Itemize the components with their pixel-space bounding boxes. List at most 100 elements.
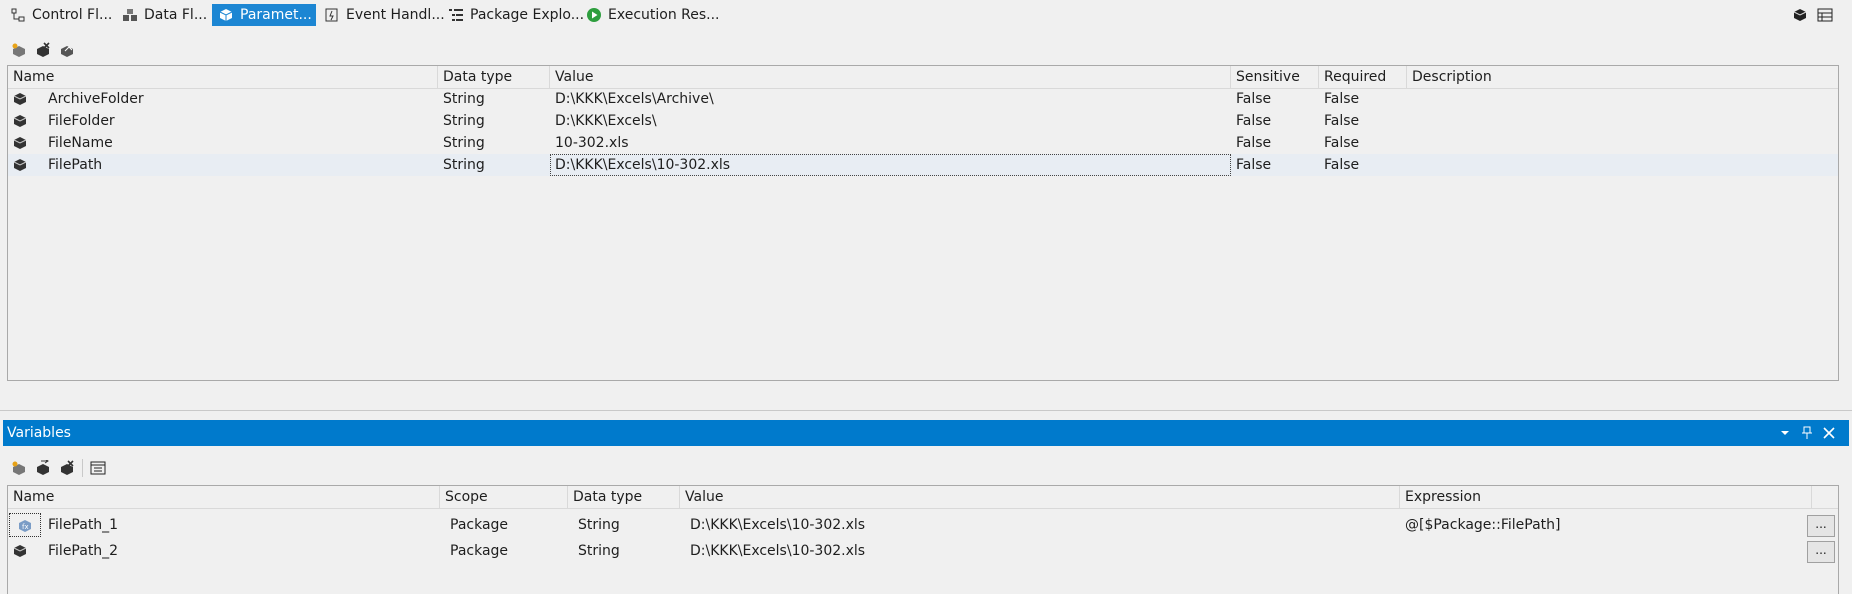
pin-icon[interactable]	[1798, 424, 1816, 442]
delete-variable-icon[interactable]	[58, 459, 76, 477]
control-flow-icon	[10, 7, 26, 23]
parameter-sensitive[interactable]: False	[1231, 154, 1319, 176]
parameter-description[interactable]	[1407, 132, 1838, 154]
column-header-data-type[interactable]: Data type	[568, 486, 680, 508]
expression-builder-button[interactable]: ...	[1807, 541, 1835, 563]
parameter-required[interactable]: False	[1319, 110, 1407, 132]
parameter-required[interactable]: False	[1319, 88, 1407, 110]
variables-toolbar	[10, 456, 107, 480]
column-header-sensitive[interactable]: Sensitive	[1231, 66, 1319, 88]
parameter-data-type[interactable]: String	[438, 110, 550, 132]
column-header-required[interactable]: Required	[1319, 66, 1407, 88]
tab-execution-results[interactable]: Execution Res...	[580, 4, 726, 26]
designer-tab-strip: Control Fl... Data Fl... Paramet... Even…	[0, 0, 1852, 30]
variables-window-icon[interactable]	[1816, 6, 1834, 24]
parameter-value[interactable]: D:\KKK\Excels\Archive\	[550, 88, 1231, 110]
grid-options-icon[interactable]	[89, 459, 107, 477]
parameter-data-type[interactable]: String	[438, 88, 550, 110]
parameter-name[interactable]: ArchiveFolder	[43, 88, 438, 110]
variables-grid: Name Scope Data type Value Expression fx…	[7, 485, 1839, 594]
column-header-data-type[interactable]: Data type	[438, 66, 550, 88]
expression-builder-button[interactable]: ...	[1807, 515, 1835, 537]
parameters-icon	[218, 7, 234, 23]
column-header-name[interactable]: Name	[8, 486, 440, 508]
parameter-name[interactable]: FileFolder	[43, 110, 438, 132]
variable-expression[interactable]: @[$Package::FilePath]	[1400, 512, 1812, 538]
variable-scope[interactable]: Package	[445, 538, 568, 564]
table-row[interactable]: FileName String 10-302.xls False False	[8, 132, 1838, 154]
variables-title: Variables	[7, 425, 71, 441]
splitter[interactable]	[0, 410, 1852, 411]
toolbar-separator	[82, 459, 83, 477]
variable-scope[interactable]: Package	[445, 512, 568, 538]
execution-results-icon	[586, 7, 602, 23]
table-row-selected[interactable]: FilePath String D:\KKK\Excels\10-302.xls…	[8, 154, 1838, 176]
variable-data-type[interactable]: String	[573, 512, 680, 538]
tab-label: Execution Res...	[608, 7, 720, 23]
column-header-description[interactable]: Description	[1407, 66, 1838, 88]
tab-label: Data Fl...	[144, 7, 208, 23]
table-row[interactable]: fx FilePath_1 Package String D:\KKK\Exce…	[8, 512, 1838, 538]
parameter-value[interactable]: D:\KKK\Excels\	[550, 110, 1231, 132]
package-icon[interactable]	[1791, 6, 1809, 24]
event-handlers-icon	[324, 7, 340, 23]
variable-data-type[interactable]: String	[573, 538, 680, 564]
variable-value[interactable]: D:\KKK\Excels\10-302.xls	[685, 538, 1400, 564]
tab-label: Control Fl...	[32, 7, 113, 23]
parameters-grid-header: Name Data type Value Sensitive Required …	[8, 66, 1838, 89]
parameter-name[interactable]: FilePath	[43, 154, 438, 176]
variable-value[interactable]: D:\KKK\Excels\10-302.xls	[685, 512, 1400, 538]
parameter-icon	[12, 157, 28, 173]
parameters-grid: Name Data type Value Sensitive Required …	[7, 65, 1839, 381]
variable-expression[interactable]	[1400, 538, 1812, 564]
table-row[interactable]: FileFolder String D:\KKK\Excels\ False F…	[8, 110, 1838, 132]
parameter-icon	[12, 91, 28, 107]
parameter-data-type[interactable]: String	[438, 132, 550, 154]
tab-label: Package Explo...	[470, 7, 585, 23]
add-to-configuration-icon[interactable]	[58, 41, 76, 59]
parameter-sensitive[interactable]: False	[1231, 110, 1319, 132]
expression-variable-icon: fx	[9, 513, 41, 537]
parameter-value[interactable]: 10-302.xls	[550, 132, 1231, 154]
variable-name[interactable]: FilePath_2	[43, 538, 440, 564]
parameter-sensitive[interactable]: False	[1231, 88, 1319, 110]
parameter-name[interactable]: FileName	[43, 132, 438, 154]
tab-data-flow[interactable]: Data Fl...	[116, 4, 213, 26]
variables-grid-header: Name Scope Data type Value Expression	[8, 486, 1838, 509]
delete-parameter-icon[interactable]	[34, 41, 52, 59]
table-row[interactable]: ArchiveFolder String D:\KKK\Excels\Archi…	[8, 88, 1838, 110]
package-explorer-icon	[448, 7, 464, 23]
tab-control-flow[interactable]: Control Fl...	[4, 4, 118, 26]
column-header-value[interactable]: Value	[680, 486, 1400, 508]
tab-package-explorer[interactable]: Package Explo...	[442, 4, 590, 26]
tab-label: Event Handl...	[346, 7, 445, 23]
parameters-toolbar	[10, 38, 76, 62]
close-icon[interactable]	[1820, 424, 1838, 442]
parameter-value-focused[interactable]: D:\KKK\Excels\10-302.xls	[550, 154, 1231, 176]
parameter-icon	[12, 135, 28, 151]
column-header-scope[interactable]: Scope	[440, 486, 568, 508]
dropdown-icon[interactable]	[1776, 424, 1794, 442]
parameter-required[interactable]: False	[1319, 154, 1407, 176]
column-header-value[interactable]: Value	[550, 66, 1231, 88]
table-row[interactable]: FilePath_2 Package String D:\KKK\Excels\…	[8, 538, 1838, 564]
variables-title-bar: Variables	[3, 420, 1849, 446]
add-parameter-icon[interactable]	[10, 41, 28, 59]
parameter-description[interactable]	[1407, 110, 1838, 132]
add-variable-icon[interactable]	[10, 459, 28, 477]
variable-icon	[12, 543, 28, 559]
move-variable-icon[interactable]	[34, 459, 52, 477]
parameter-data-type[interactable]: String	[438, 154, 550, 176]
parameter-sensitive[interactable]: False	[1231, 132, 1319, 154]
variable-name[interactable]: FilePath_1	[43, 512, 440, 538]
column-header-expression[interactable]: Expression	[1400, 486, 1812, 508]
parameter-description[interactable]	[1407, 88, 1838, 110]
tab-label: Paramet...	[240, 7, 312, 23]
column-header-name[interactable]: Name	[8, 66, 438, 88]
parameter-icon	[12, 113, 28, 129]
tab-parameters[interactable]: Paramet...	[212, 4, 316, 26]
tab-event-handlers[interactable]: Event Handl...	[318, 4, 451, 26]
data-flow-icon	[122, 7, 138, 23]
parameter-required[interactable]: False	[1319, 132, 1407, 154]
parameter-description[interactable]	[1407, 154, 1838, 176]
